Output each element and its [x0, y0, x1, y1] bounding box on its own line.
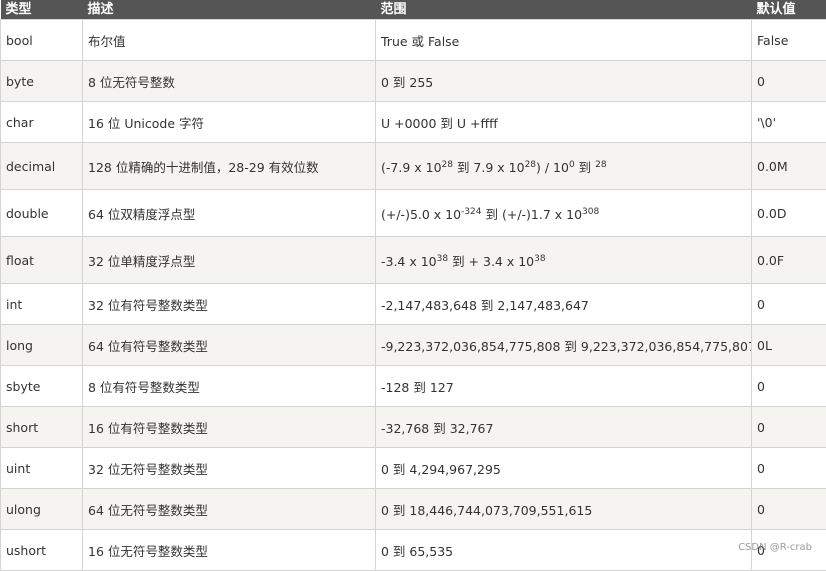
- range-cell: 0 到 4,294,967,295: [376, 448, 752, 489]
- header-row: 类型 描述 范围 默认值: [1, 0, 826, 20]
- table-row: sbyte8 位有符号整数类型 -128 到 127 0: [1, 366, 826, 407]
- description-cell: 32 位无符号整数类型: [83, 448, 376, 489]
- header-default-value: 默认值: [752, 0, 826, 20]
- range-text: -9,223,372,036,854,775,808 到 9,223,372,0…: [381, 339, 752, 354]
- range-text: 到 + 3.4 x 10: [448, 254, 534, 269]
- range-cell: (+/-)5.0 x 10-324 到 (+/-)1.7 x 10308: [376, 190, 752, 237]
- table-row: ushort16 位无符号整数类型0 到 65,5350: [1, 530, 826, 571]
- default-value-cell: 0.0F: [752, 237, 826, 284]
- range-cell: True 或 False: [376, 20, 752, 61]
- table-row: bool布尔值 True 或 False False: [1, 20, 826, 61]
- description-cell: 16 位 Unicode 字符: [83, 102, 376, 143]
- description-cell: 16 位有符号整数类型: [83, 407, 376, 448]
- type-cell: sbyte: [1, 366, 83, 407]
- data-types-table: 类型 描述 范围 默认值 bool布尔值True 或 FalseFalsebyt…: [0, 0, 826, 571]
- default-value-cell: 0: [752, 448, 826, 489]
- range-text: 到 (+/-)1.7 x 10: [482, 207, 583, 222]
- range-text: 0 到 255: [381, 75, 433, 90]
- range-exponent: 28: [595, 159, 606, 169]
- default-value-cell: 0: [752, 284, 826, 325]
- range-exponent: 38: [534, 253, 545, 263]
- description-cell: 64 位双精度浮点型: [83, 190, 376, 237]
- range-exponent: 308: [582, 206, 599, 216]
- type-cell: ushort: [1, 530, 83, 571]
- range-exponent: 38: [437, 253, 448, 263]
- range-cell: 0 到 255: [376, 61, 752, 102]
- header-type: 类型: [1, 0, 83, 20]
- type-cell: int: [1, 284, 83, 325]
- range-text: -32,768 到 32,767: [381, 421, 493, 436]
- table-header: 类型 描述 范围 默认值: [1, 0, 826, 20]
- header-range: 范围: [376, 0, 752, 20]
- range-cell: -2,147,483,648 到 2,147,483,647: [376, 284, 752, 325]
- type-cell: byte: [1, 61, 83, 102]
- description-cell: 8 位有符号整数类型: [83, 366, 376, 407]
- type-cell: ulong: [1, 489, 83, 530]
- table-body: bool布尔值 True 或 False False byte8 位无符号整数 0 到 …: [1, 20, 826, 571]
- table-row: long64 位有符号整数类型 -9,223,372,036,854,775,80…: [1, 325, 826, 366]
- range-cell: -32,768 到 32,767: [376, 407, 752, 448]
- default-value-cell: 0: [752, 61, 826, 102]
- table-row: char16 位 Unicode 字符 U +0000 到 U +ffff '\0': [1, 102, 826, 143]
- default-value-cell: 0: [752, 489, 826, 530]
- range-cell: 0 到 18,446,744,073,709,551,615: [376, 489, 752, 530]
- table-row: short16 位有符号整数类型 -32,768 到 32,767 0: [1, 407, 826, 448]
- range-cell: -128 到 127: [376, 366, 752, 407]
- range-text: 到: [575, 160, 595, 175]
- range-text: True 或 False: [381, 34, 459, 49]
- table-row: byte8 位无符号整数 0 到 255 0: [1, 61, 826, 102]
- default-value-cell: 0.0M: [752, 143, 826, 190]
- table-row: uint32 位无符号整数类型 0 到 4,294,967,295 0: [1, 448, 826, 489]
- range-text: 0 到 4,294,967,295: [381, 462, 501, 477]
- range-text: -128 到 127: [381, 380, 454, 395]
- range-text: -3.4 x 10: [381, 254, 437, 269]
- description-cell: 8 位无符号整数: [83, 61, 376, 102]
- description-cell: 布尔值: [83, 20, 376, 61]
- range-text: (+/-)5.0 x 10: [381, 207, 461, 222]
- range-text: ) / 10: [536, 160, 569, 175]
- type-cell: decimal: [1, 143, 83, 190]
- range-exponent: -324: [461, 206, 481, 216]
- type-cell: double: [1, 190, 83, 237]
- type-cell: uint: [1, 448, 83, 489]
- default-value-cell: 0: [752, 366, 826, 407]
- description-cell: 32 位单精度浮点型: [83, 237, 376, 284]
- description-cell: 64 位无符号整数类型: [83, 489, 376, 530]
- description-cell: 32 位有符号整数类型: [83, 284, 376, 325]
- table-row: decimal128 位精确的十进制值，28-29 有效位数(-7.9 x 10…: [1, 143, 826, 190]
- type-cell: float: [1, 237, 83, 284]
- range-text: U +0000 到 U +ffff: [381, 116, 498, 131]
- range-cell: U +0000 到 U +ffff: [376, 102, 752, 143]
- table-row: ulong64 位无符号整数类型 0 到 18,446,744,073,709,5…: [1, 489, 826, 530]
- type-cell: char: [1, 102, 83, 143]
- type-cell: bool: [1, 20, 83, 61]
- range-text: (-7.9 x 10: [381, 160, 442, 175]
- default-value-cell: 0: [752, 407, 826, 448]
- type-cell: long: [1, 325, 83, 366]
- default-value-cell: 0.0D: [752, 190, 826, 237]
- default-value-cell: False: [752, 20, 826, 61]
- header-description: 描述: [83, 0, 376, 20]
- range-cell: -9,223,372,036,854,775,808 到 9,223,372,0…: [376, 325, 752, 366]
- description-cell: 64 位有符号整数类型: [83, 325, 376, 366]
- default-value-cell: 0L: [752, 325, 826, 366]
- range-cell: (-7.9 x 1028 到 7.9 x 1028) / 100 到 28: [376, 143, 752, 190]
- range-text: 0 到 65,535: [381, 544, 453, 559]
- table-row: double64 位双精度浮点型(+/-)5.0 x 10-324 到 (+/-…: [1, 190, 826, 237]
- watermark: CSDN @R-crab: [738, 542, 812, 553]
- range-exponent: 28: [442, 159, 453, 169]
- range-exponent: 28: [525, 159, 536, 169]
- table-row: float32 位单精度浮点型-3.4 x 1038 到 + 3.4 x 103…: [1, 237, 826, 284]
- range-text: 0 到 18,446,744,073,709,551,615: [381, 503, 592, 518]
- range-text: 到 7.9 x 10: [453, 160, 525, 175]
- range-cell: 0 到 65,535: [376, 530, 752, 571]
- default-value-cell: '\0': [752, 102, 826, 143]
- description-cell: 128 位精确的十进制值，28-29 有效位数: [83, 143, 376, 190]
- range-text: -2,147,483,648 到 2,147,483,647: [381, 298, 589, 313]
- range-cell: -3.4 x 1038 到 + 3.4 x 1038: [376, 237, 752, 284]
- table-row: int32 位有符号整数类型 -2,147,483,648 到 2,147,483…: [1, 284, 826, 325]
- description-cell: 16 位无符号整数类型: [83, 530, 376, 571]
- type-cell: short: [1, 407, 83, 448]
